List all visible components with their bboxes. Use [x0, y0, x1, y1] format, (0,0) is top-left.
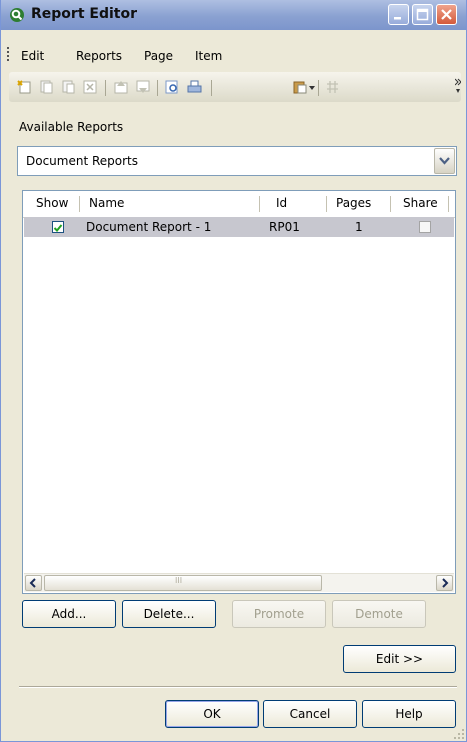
- menu-reports[interactable]: Reports: [76, 49, 122, 63]
- available-reports-label: Available Reports: [19, 120, 124, 134]
- column-separator[interactable]: [259, 196, 260, 212]
- copy-report-icon[interactable]: [39, 80, 54, 94]
- share-checkbox[interactable]: [419, 221, 431, 233]
- column-separator[interactable]: [448, 196, 449, 212]
- toolbar-separator: [318, 80, 319, 96]
- menu-grip[interactable]: [7, 47, 12, 61]
- menu-page[interactable]: Page: [144, 49, 173, 63]
- toolbar: [9, 72, 461, 102]
- close-button[interactable]: [436, 4, 457, 25]
- minimize-icon: [394, 17, 401, 20]
- arrow-left-icon: [29, 578, 36, 588]
- thumb-grip: III: [175, 576, 183, 585]
- table-row[interactable]: Document Report - 1 RP01 1: [24, 217, 454, 237]
- available-reports-value: Document Reports: [26, 154, 139, 168]
- print-icon[interactable]: [187, 80, 202, 94]
- app-icon: [10, 8, 24, 22]
- toolbar-separator: [211, 80, 212, 96]
- toolbar-overflow-icon[interactable]: [455, 77, 461, 97]
- maximize-icon: [416, 8, 429, 21]
- ok-button[interactable]: OK: [165, 700, 259, 728]
- dropdown-button[interactable]: [434, 148, 455, 174]
- close-icon: [441, 9, 452, 20]
- column-header-share[interactable]: Share: [403, 196, 438, 210]
- available-reports-dropdown[interactable]: Document Reports: [17, 146, 457, 176]
- delete-report-icon[interactable]: [83, 80, 98, 94]
- layout-icon[interactable]: [325, 80, 340, 94]
- title-bar[interactable]: Report Editor: [1, 0, 466, 30]
- toolbar-separator: [105, 80, 106, 96]
- chevron-down-icon: [439, 157, 450, 165]
- show-checkbox[interactable]: [52, 221, 64, 233]
- scroll-left-button[interactable]: [25, 575, 42, 591]
- cancel-button[interactable]: Cancel: [263, 700, 357, 728]
- minimize-button[interactable]: [388, 4, 409, 25]
- menu-edit[interactable]: Edit: [21, 49, 44, 63]
- checkmark-icon: [53, 224, 63, 232]
- toolbar-separator: [157, 80, 158, 96]
- report-pages: 1: [355, 220, 363, 234]
- report-name: Document Report - 1: [86, 220, 212, 234]
- column-header-id[interactable]: Id: [276, 196, 287, 210]
- demote-button[interactable]: Demote: [332, 600, 426, 628]
- menu-item[interactable]: Item: [195, 49, 222, 63]
- move-up-icon[interactable]: [114, 80, 129, 94]
- menu-bar: Edit Reports Page Item: [1, 42, 466, 70]
- arrow-right-icon: [442, 578, 449, 588]
- column-separator[interactable]: [326, 196, 327, 212]
- column-separator[interactable]: [390, 196, 391, 212]
- maximize-button[interactable]: [412, 4, 433, 25]
- paste-dropdown-icon[interactable]: [293, 80, 308, 94]
- reports-list: Show Name Id Pages Share Document Report…: [22, 190, 456, 594]
- column-header-show[interactable]: Show: [36, 196, 68, 210]
- promote-button[interactable]: Promote: [232, 600, 326, 628]
- print-preview-icon[interactable]: [165, 80, 180, 94]
- column-header-name[interactable]: Name: [89, 196, 124, 210]
- report-editor-window: Report Editor Edit Reports Page Item Ava…: [0, 0, 467, 742]
- resize-grip-icon[interactable]: [453, 728, 465, 740]
- delete-button[interactable]: Delete...: [122, 600, 216, 628]
- window-title: Report Editor: [31, 6, 137, 22]
- column-header-pages[interactable]: Pages: [336, 196, 371, 210]
- help-button[interactable]: Help: [362, 700, 456, 728]
- scroll-right-button[interactable]: [436, 575, 453, 591]
- edit-button[interactable]: Edit >>: [343, 645, 456, 673]
- paste-report-icon[interactable]: [61, 80, 76, 94]
- report-id: RP01: [269, 220, 300, 234]
- list-header: Show Name Id Pages Share: [23, 191, 455, 218]
- dropdown-arrow-icon[interactable]: [309, 86, 315, 90]
- add-button[interactable]: Add...: [22, 600, 116, 628]
- move-down-icon[interactable]: [136, 80, 151, 94]
- scroll-thumb[interactable]: III: [44, 575, 322, 591]
- divider: [19, 686, 457, 688]
- column-separator[interactable]: [79, 196, 80, 212]
- new-report-icon[interactable]: [17, 80, 32, 94]
- horizontal-scrollbar[interactable]: III: [24, 573, 454, 592]
